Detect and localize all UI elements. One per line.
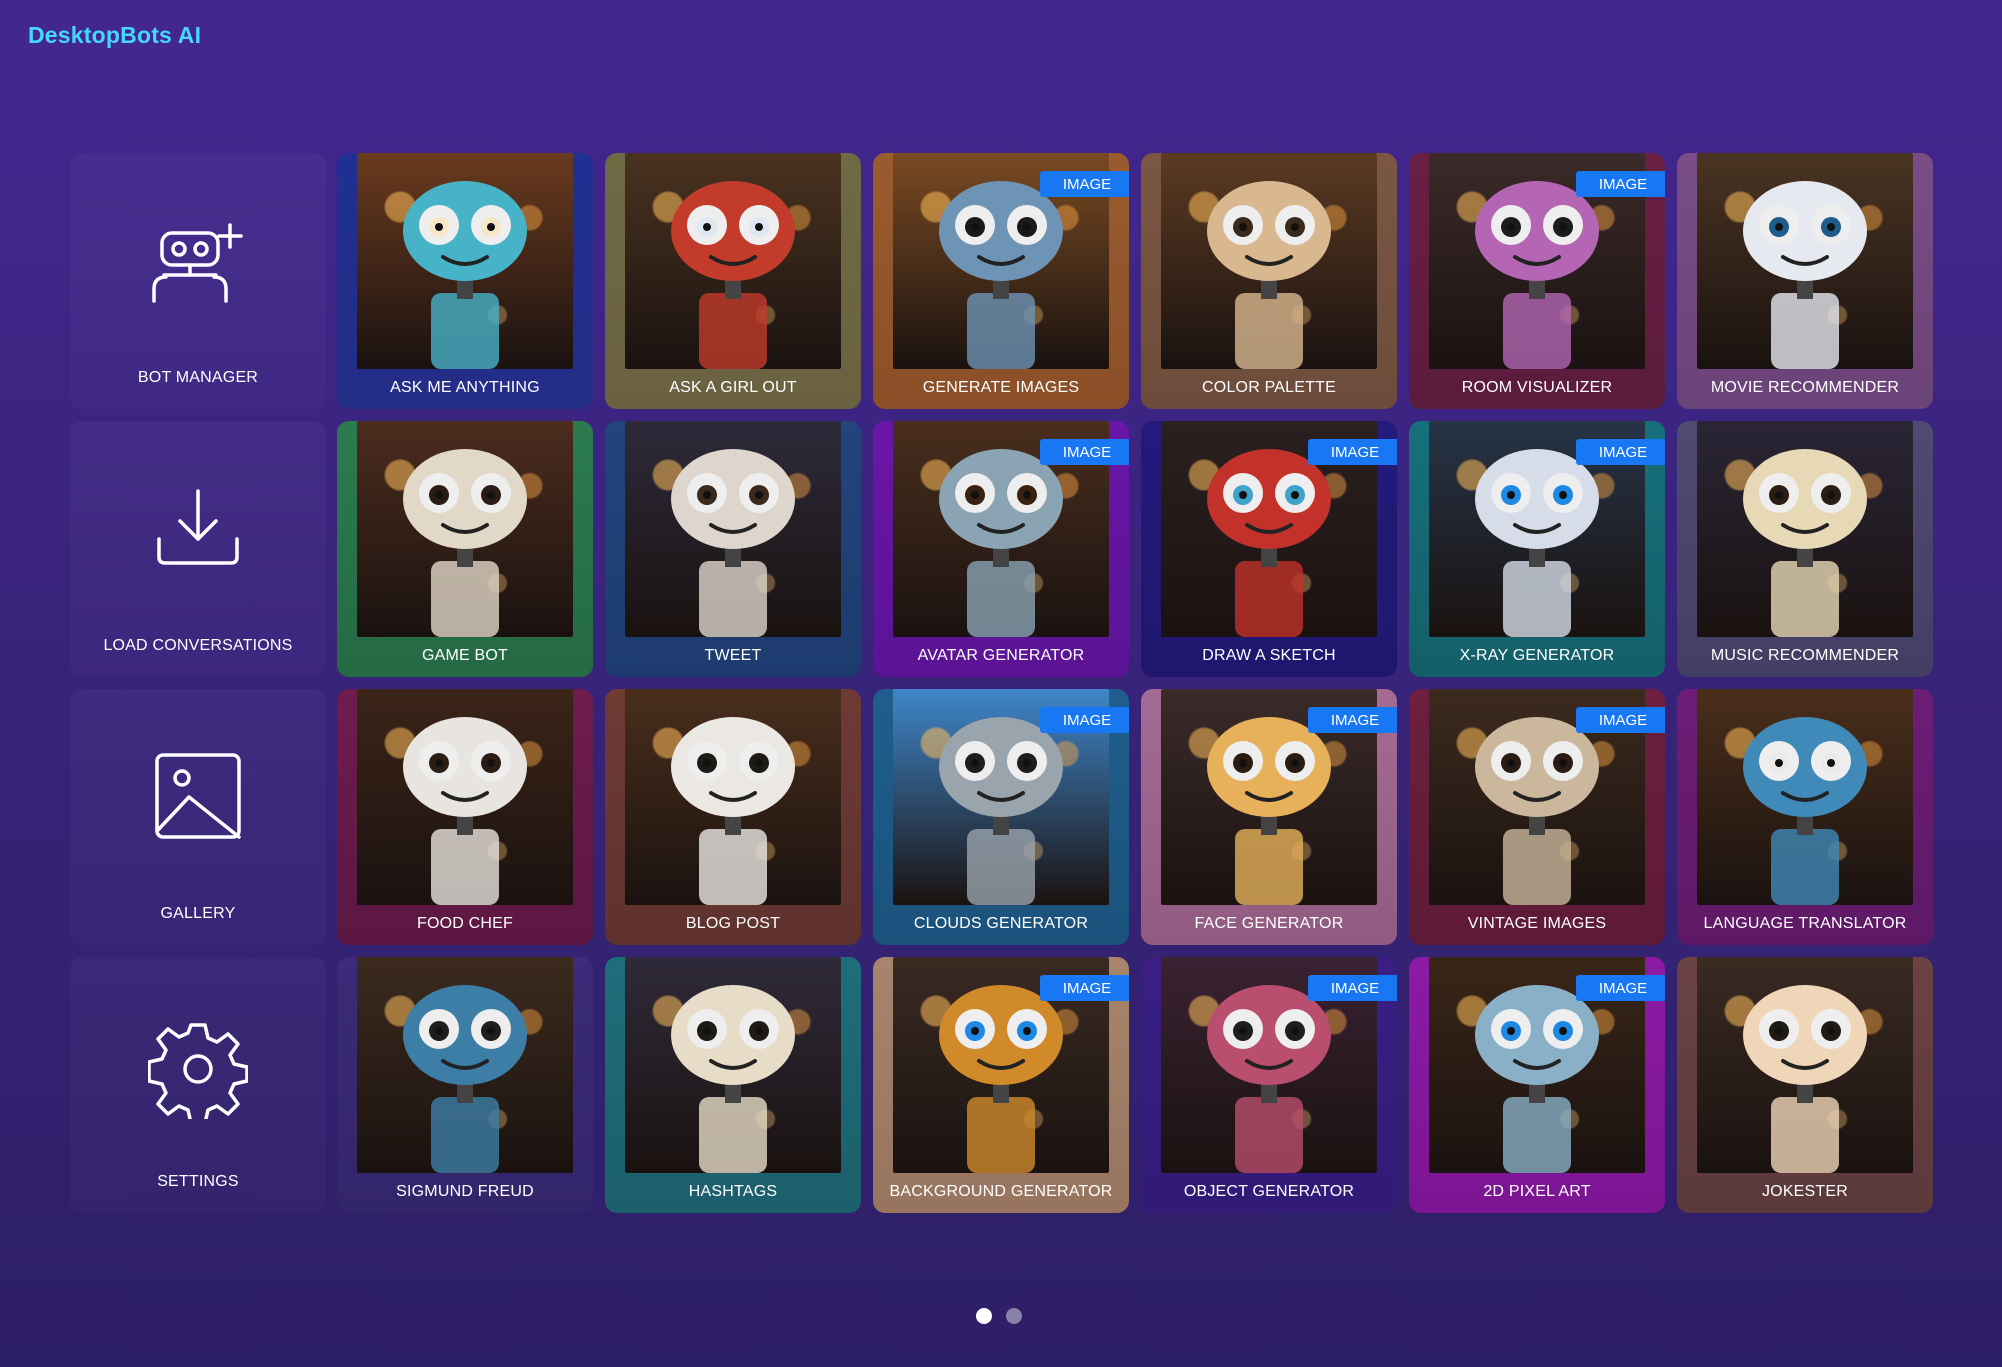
bot-card-color-palette[interactable]: COLOR PALETTE [1141,153,1397,409]
settings-label: SETTINGS [157,1173,239,1190]
gallery-label: GALLERY [160,905,236,922]
bot-card-language-translator[interactable]: LANGUAGE TRANSLATOR [1677,689,1933,945]
bot-card-label: TWEET [704,647,762,664]
bot-card-label: JOKESTER [1761,1183,1849,1200]
page-dot-1[interactable] [976,1308,992,1324]
image-badge: IMAGE [1576,707,1665,733]
bot-avatar-image [1697,421,1913,637]
settings-button[interactable]: SETTINGS [70,957,326,1213]
image-badge: IMAGE [1040,439,1129,465]
bot-card-avatar-generator[interactable]: IMAGE AVATAR GENERATOR [873,421,1129,677]
bot-card-label: LANGUAGE TRANSLATOR [1703,915,1907,932]
bot-card-ask-a-girl-out[interactable]: ASK A GIRL OUT [605,153,861,409]
bot-card-generate-images[interactable]: IMAGE GENERATE IMAGES [873,153,1129,409]
bot-avatar-image [1697,689,1913,905]
bot-avatar-image [625,689,841,905]
bot-card-label: FACE GENERATOR [1194,915,1344,932]
bot-card-label: CLOUDS GENERATOR [913,915,1089,932]
bot-card-ask-me-anything[interactable]: ASK ME ANYTHING [337,153,593,409]
bot-card-draw-a-sketch[interactable]: IMAGE DRAW A SKETCH [1141,421,1397,677]
bot-card-label: VINTAGE IMAGES [1467,915,1607,932]
bot-card-label: COLOR PALETTE [1202,379,1336,396]
bot-card-label: MOVIE RECOMMENDER [1710,379,1900,396]
bot-card-label: SIGMUND FREUD [396,1183,534,1200]
image-badge: IMAGE [1576,975,1665,1001]
download-icon [153,483,243,578]
bot-card-label: BACKGROUND GENERATOR [889,1183,1113,1200]
bot-card-music-recommender[interactable]: MUSIC RECOMMENDER [1677,421,1933,677]
image-badge: IMAGE [1040,171,1129,197]
bot-card-label: BLOG POST [685,915,781,932]
load-conversations-label: LOAD CONVERSATIONS [103,637,293,654]
bot-avatar-image [357,957,573,1173]
bot-avatar-image [1161,153,1377,369]
image-badge: IMAGE [1576,171,1665,197]
bot-avatar-image [625,957,841,1173]
image-badge: IMAGE [1576,439,1665,465]
bot-card-label: FOOD CHEF [416,915,514,932]
bot-manager-label: BOT MANAGER [137,369,259,386]
bot-card-label: AVATAR GENERATOR [917,647,1085,664]
image-icon [153,751,243,846]
bot-card-blog-post[interactable]: BLOG POST [605,689,861,945]
bot-avatar-image [1697,153,1913,369]
bot-card-label: GAME BOT [421,647,509,664]
page-dot-2[interactable] [1006,1308,1022,1324]
bot-manager-button[interactable]: BOT MANAGER [70,153,326,409]
image-badge: IMAGE [1308,975,1397,1001]
image-badge: IMAGE [1040,707,1129,733]
bot-avatar-image [357,689,573,905]
image-badge: IMAGE [1040,975,1129,1001]
app-title: DesktopBots AI [28,22,202,48]
image-badge: IMAGE [1308,707,1397,733]
bot-card-food-chef[interactable]: FOOD CHEF [337,689,593,945]
bot-card-label: DRAW A SKETCH [1202,647,1336,664]
bot-card-movie-recommender[interactable]: MOVIE RECOMMENDER [1677,153,1933,409]
bot-card-x-ray-generator[interactable]: IMAGE X-RAY GENERATOR [1409,421,1665,677]
bot-avatar-image [625,153,841,369]
robot-add-icon [148,215,248,310]
bot-card-hashtags[interactable]: HASHTAGS [605,957,861,1213]
bot-card-sigmund-freud[interactable]: SIGMUND FREUD [337,957,593,1213]
bot-card-label: ROOM VISUALIZER [1461,379,1613,396]
bot-card-label: OBJECT GENERATOR [1183,1183,1355,1200]
bot-avatar-image [1697,957,1913,1173]
bot-card-background-generator[interactable]: IMAGE BACKGROUND GENERATOR [873,957,1129,1213]
bot-card-face-generator[interactable]: IMAGE FACE GENERATOR [1141,689,1397,945]
bot-card-object-generator[interactable]: IMAGE OBJECT GENERATOR [1141,957,1397,1213]
bot-card-label: HASHTAGS [688,1183,778,1200]
bot-avatar-image [357,421,573,637]
bot-avatar-image [625,421,841,637]
bot-card-2d-pixel-art[interactable]: IMAGE 2D PIXEL ART [1409,957,1665,1213]
bot-card-label: ASK ME ANYTHING [390,379,540,396]
load-conversations-button[interactable]: LOAD CONVERSATIONS [70,421,326,677]
bot-card-tweet[interactable]: TWEET [605,421,861,677]
page-indicator [976,1308,1022,1324]
bot-card-game-bot[interactable]: GAME BOT [337,421,593,677]
sidebar: BOT MANAGER LOAD CONVERSATIONS GALLERY S… [70,153,326,1225]
bot-card-room-visualizer[interactable]: IMAGE ROOM VISUALIZER [1409,153,1665,409]
bot-card-jokester[interactable]: JOKESTER [1677,957,1933,1213]
bot-grid: ASK ME ANYTHING ASK A GIRL OUT IMAGE GENERA… [337,153,1933,1213]
bot-card-label: ASK A GIRL OUT [669,379,797,396]
gear-icon [147,1019,249,1125]
bot-card-label: X-RAY GENERATOR [1459,647,1615,664]
bot-avatar-image [357,153,573,369]
gallery-button[interactable]: GALLERY [70,689,326,945]
bot-card-vintage-images[interactable]: IMAGE VINTAGE IMAGES [1409,689,1665,945]
image-badge: IMAGE [1308,439,1397,465]
bot-card-label: MUSIC RECOMMENDER [1710,647,1900,664]
bot-card-label: 2D PIXEL ART [1483,1183,1591,1200]
bot-card-label: GENERATE IMAGES [922,379,1080,396]
bot-card-clouds-generator[interactable]: IMAGE CLOUDS GENERATOR [873,689,1129,945]
